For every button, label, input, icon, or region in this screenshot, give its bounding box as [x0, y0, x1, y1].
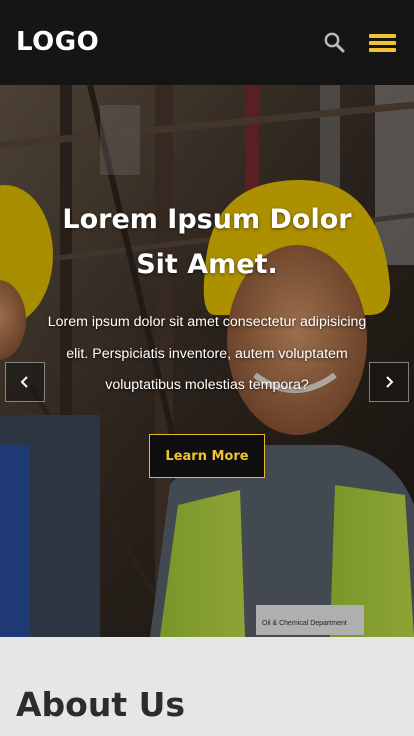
about-title: About Us [16, 685, 186, 724]
learn-more-button[interactable]: Learn More [149, 434, 265, 478]
slider-prev-button[interactable] [5, 362, 45, 402]
site-header: LOGO [0, 0, 414, 85]
hamburger-menu-icon[interactable] [369, 32, 397, 54]
menu-bar [369, 48, 396, 52]
chevron-right-icon [386, 376, 394, 388]
menu-bar [369, 41, 396, 45]
about-section: About Us [0, 637, 414, 736]
logo[interactable]: LOGO [16, 26, 99, 58]
hero-title: Lorem Ipsum Dolor Sit Amet. [62, 204, 352, 280]
hero-slider: Oil & Chemical Department Lorem Ipsum Do… [0, 85, 414, 637]
menu-bar [369, 34, 396, 38]
chevron-left-icon [20, 376, 28, 388]
hero-description: Lorem ipsum dolor sit amet consectetur a… [47, 314, 367, 393]
search-icon[interactable] [322, 30, 346, 54]
slider-next-button[interactable] [369, 362, 409, 402]
